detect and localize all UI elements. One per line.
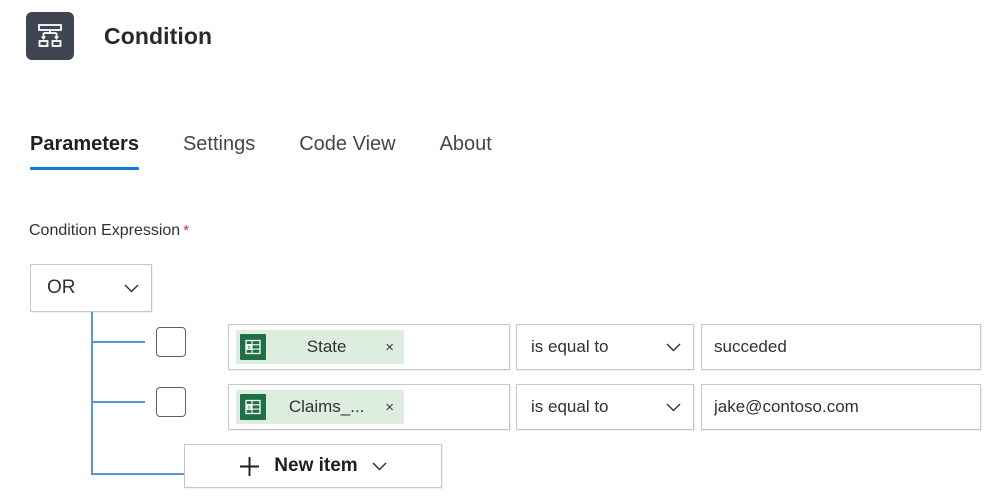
condition-value-text: jake@contoso.com bbox=[714, 397, 859, 417]
row-checkbox[interactable] bbox=[156, 327, 186, 357]
excel-icon: x bbox=[240, 334, 266, 360]
chevron-down-icon[interactable] bbox=[372, 462, 387, 471]
condition-icon bbox=[26, 12, 74, 60]
required-asterisk: * bbox=[183, 222, 189, 239]
new-item-button[interactable]: New item bbox=[184, 444, 442, 488]
tree-trunk-line bbox=[91, 312, 93, 475]
logic-operator-value: OR bbox=[47, 277, 124, 299]
page-header: Condition bbox=[26, 12, 212, 60]
chevron-down-icon bbox=[666, 343, 681, 352]
new-item-label: New item bbox=[274, 455, 357, 477]
page-title: Condition bbox=[104, 23, 212, 50]
token-chip[interactable]: x State × bbox=[236, 330, 404, 364]
condition-expression-label-text: Condition Expression bbox=[29, 222, 180, 239]
svg-text:x: x bbox=[248, 345, 251, 351]
tab-about[interactable]: About bbox=[440, 133, 514, 170]
condition-operator-value: is equal to bbox=[531, 337, 666, 357]
condition-expression-label: Condition Expression* bbox=[29, 222, 189, 240]
condition-value-input[interactable]: succeded bbox=[701, 324, 981, 370]
tab-parameters[interactable]: Parameters bbox=[30, 133, 161, 170]
logic-operator-select[interactable]: OR bbox=[30, 264, 152, 312]
condition-field-token-input[interactable]: x Claims_... × bbox=[228, 384, 510, 430]
row-checkbox[interactable] bbox=[156, 387, 186, 417]
condition-value-text: succeded bbox=[714, 337, 787, 357]
token-label: State bbox=[266, 337, 383, 357]
tab-code-view[interactable]: Code View bbox=[299, 133, 417, 170]
token-chip[interactable]: x Claims_... × bbox=[236, 390, 404, 424]
chevron-down-icon bbox=[124, 284, 139, 293]
excel-icon: x bbox=[240, 394, 266, 420]
condition-value-input[interactable]: jake@contoso.com bbox=[701, 384, 981, 430]
tab-bar: Parameters Settings Code View About bbox=[30, 133, 514, 170]
condition-field-token-input[interactable]: x State × bbox=[228, 324, 510, 370]
token-label: Claims_... bbox=[266, 397, 383, 417]
condition-operator-value: is equal to bbox=[531, 397, 666, 417]
tree-branch-new-item bbox=[91, 473, 185, 475]
tree-branch-row-1 bbox=[91, 341, 145, 343]
tab-settings[interactable]: Settings bbox=[183, 133, 277, 170]
plus-icon bbox=[239, 456, 260, 477]
token-remove-icon[interactable]: × bbox=[383, 340, 404, 355]
tree-branch-row-2 bbox=[91, 401, 145, 403]
condition-operator-select[interactable]: is equal to bbox=[516, 384, 694, 430]
svg-text:x: x bbox=[248, 405, 251, 411]
condition-builder: OR x State × is equal to bbox=[0, 0, 994, 500]
chevron-down-icon bbox=[666, 403, 681, 412]
condition-operator-select[interactable]: is equal to bbox=[516, 324, 694, 370]
token-remove-icon[interactable]: × bbox=[383, 400, 404, 415]
